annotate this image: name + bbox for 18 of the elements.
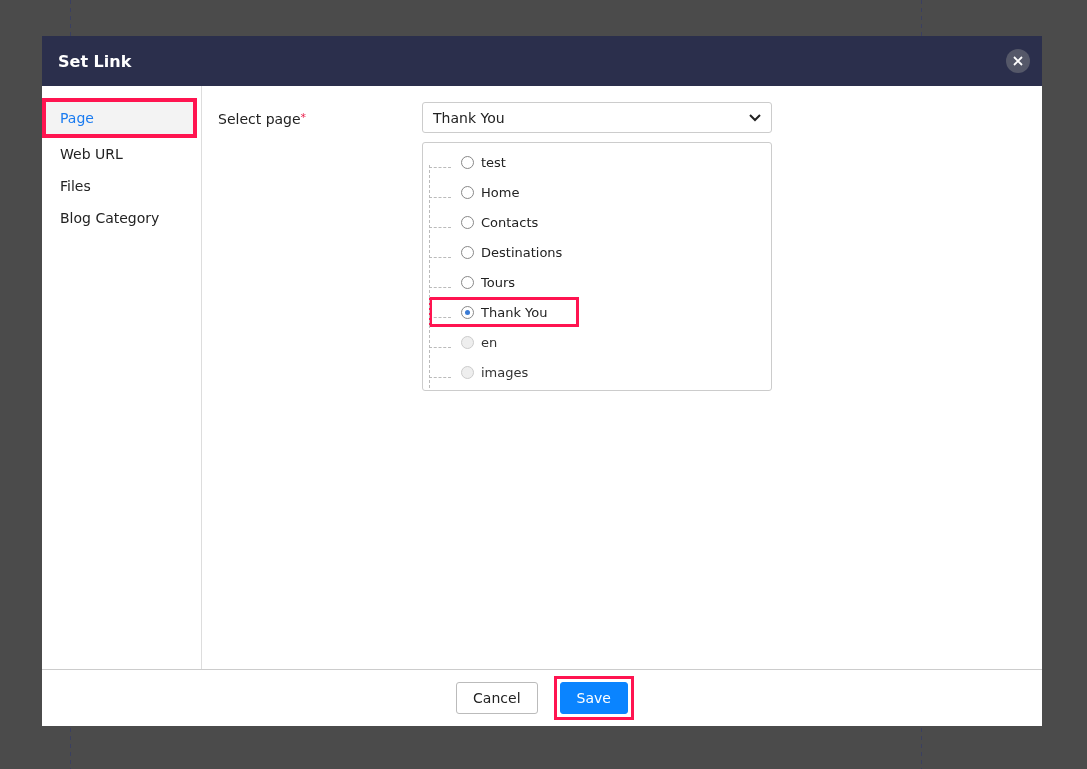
close-button[interactable] xyxy=(1006,49,1030,73)
page-dropdown[interactable]: Thank You xyxy=(422,102,772,133)
sidebar-tab[interactable]: Web URL xyxy=(42,138,201,170)
chevron-down-icon xyxy=(749,113,761,122)
page-option[interactable]: Tours xyxy=(429,267,579,297)
save-button[interactable]: Save xyxy=(559,682,628,714)
dialog-title: Set Link xyxy=(58,51,132,71)
sidebar-tab[interactable]: Page xyxy=(42,98,197,138)
sidebar-tab[interactable]: Files xyxy=(42,170,201,202)
field-label: Select page* xyxy=(218,111,307,127)
sidebar-tab[interactable]: Blog Category xyxy=(42,202,201,234)
page-option[interactable]: Home xyxy=(429,177,579,207)
cancel-button[interactable]: Cancel xyxy=(456,682,538,714)
page-option[interactable]: Contacts xyxy=(429,207,579,237)
close-icon xyxy=(1013,56,1023,66)
page-option[interactable]: Thank You xyxy=(429,297,579,327)
page-option[interactable]: test xyxy=(429,147,579,177)
page-option[interactable]: Destinations xyxy=(429,237,579,267)
